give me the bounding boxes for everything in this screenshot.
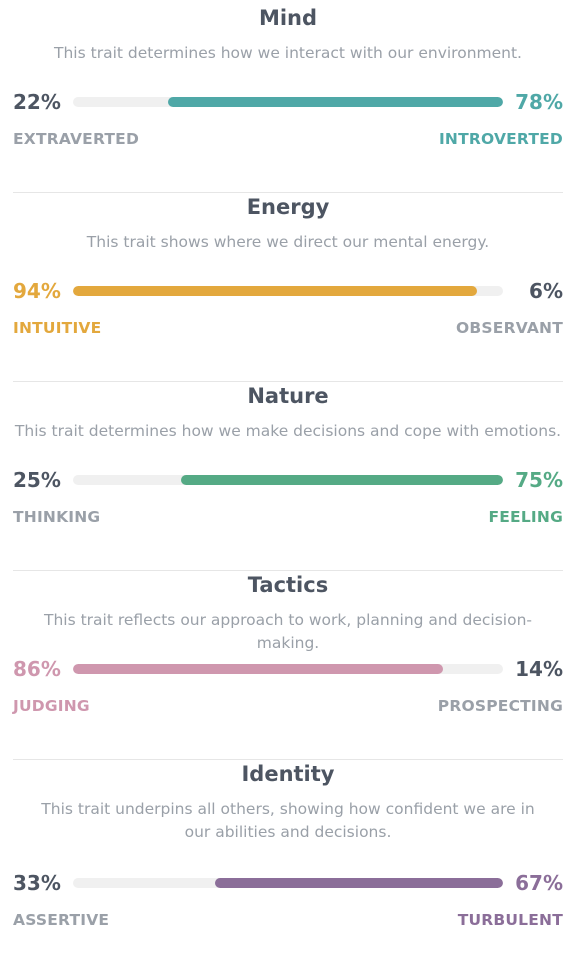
trait-pole-labels: ASSERTIVE TURBULENT xyxy=(13,909,563,931)
trait-bar-row: 22% 78% xyxy=(13,88,563,116)
trait-tactics: Tactics This trait reflects our approach… xyxy=(13,571,563,760)
trait-bar-row: 86% 14% xyxy=(13,655,563,683)
right-percent: 78% xyxy=(515,90,563,114)
right-pole-label: PROSPECTING xyxy=(437,697,563,715)
trait-description: This trait shows where we direct our men… xyxy=(86,233,490,251)
traits-panel: Mind This trait determines how we intera… xyxy=(13,0,563,970)
trait-title: Nature xyxy=(247,384,329,408)
right-pole-label: INTROVERTED xyxy=(438,130,563,148)
right-pole-label: OBSERVANT xyxy=(456,319,563,337)
trait-description: This trait determines how we interact wi… xyxy=(54,44,522,62)
trait-bar-track xyxy=(73,286,503,296)
left-pole-label: THINKING xyxy=(13,508,101,526)
trait-bar-track xyxy=(73,878,503,888)
left-percent: 86% xyxy=(13,657,61,681)
trait-description: This trait reflects our approach to work… xyxy=(43,611,532,652)
trait-bar-row: 33% 67% xyxy=(13,869,563,897)
trait-bar-fill xyxy=(167,97,503,107)
trait-bar-fill xyxy=(180,475,503,485)
right-percent: 67% xyxy=(515,871,563,895)
left-percent: 33% xyxy=(13,871,61,895)
trait-title: Mind xyxy=(258,6,318,30)
trait-bar-row: 94% 6% xyxy=(13,277,563,305)
right-percent: 14% xyxy=(515,657,563,681)
right-percent: 75% xyxy=(515,468,563,492)
left-pole-label: INTUITIVE xyxy=(13,319,102,337)
trait-description: This trait underpins all others, showing… xyxy=(41,800,535,841)
trait-pole-labels: INTUITIVE OBSERVANT xyxy=(13,317,563,339)
trait-bar-fill xyxy=(73,664,443,674)
left-pole-label: ASSERTIVE xyxy=(13,911,110,929)
trait-pole-labels: EXTRAVERTED INTROVERTED xyxy=(13,128,563,150)
left-percent: 94% xyxy=(13,279,61,303)
trait-nature: Nature This trait determines how we make… xyxy=(13,382,563,571)
left-percent: 22% xyxy=(13,90,61,114)
trait-bar-row: 25% 75% xyxy=(13,466,563,494)
trait-bar-track xyxy=(73,475,503,485)
trait-bar-fill xyxy=(214,878,503,888)
trait-bar-track xyxy=(73,97,503,107)
trait-description: This trait determines how we make decisi… xyxy=(14,422,562,440)
trait-pole-labels: JUDGING PROSPECTING xyxy=(13,695,563,717)
trait-identity: Identity This trait underpins all others… xyxy=(13,760,563,970)
right-pole-label: FEELING xyxy=(488,508,563,526)
right-pole-label: TURBULENT xyxy=(457,911,563,929)
trait-title: Identity xyxy=(241,762,335,786)
right-percent: 6% xyxy=(529,279,563,303)
left-percent: 25% xyxy=(13,468,61,492)
left-pole-label: JUDGING xyxy=(13,697,90,715)
trait-bar-fill xyxy=(73,286,478,296)
trait-title: Energy xyxy=(246,195,330,219)
trait-energy: Energy This trait shows where we direct … xyxy=(13,193,563,382)
trait-mind: Mind This trait determines how we intera… xyxy=(13,4,563,193)
trait-pole-labels: THINKING FEELING xyxy=(13,506,563,528)
left-pole-label: EXTRAVERTED xyxy=(13,130,140,148)
trait-title: Tactics xyxy=(247,573,329,597)
trait-bar-track xyxy=(73,664,503,674)
